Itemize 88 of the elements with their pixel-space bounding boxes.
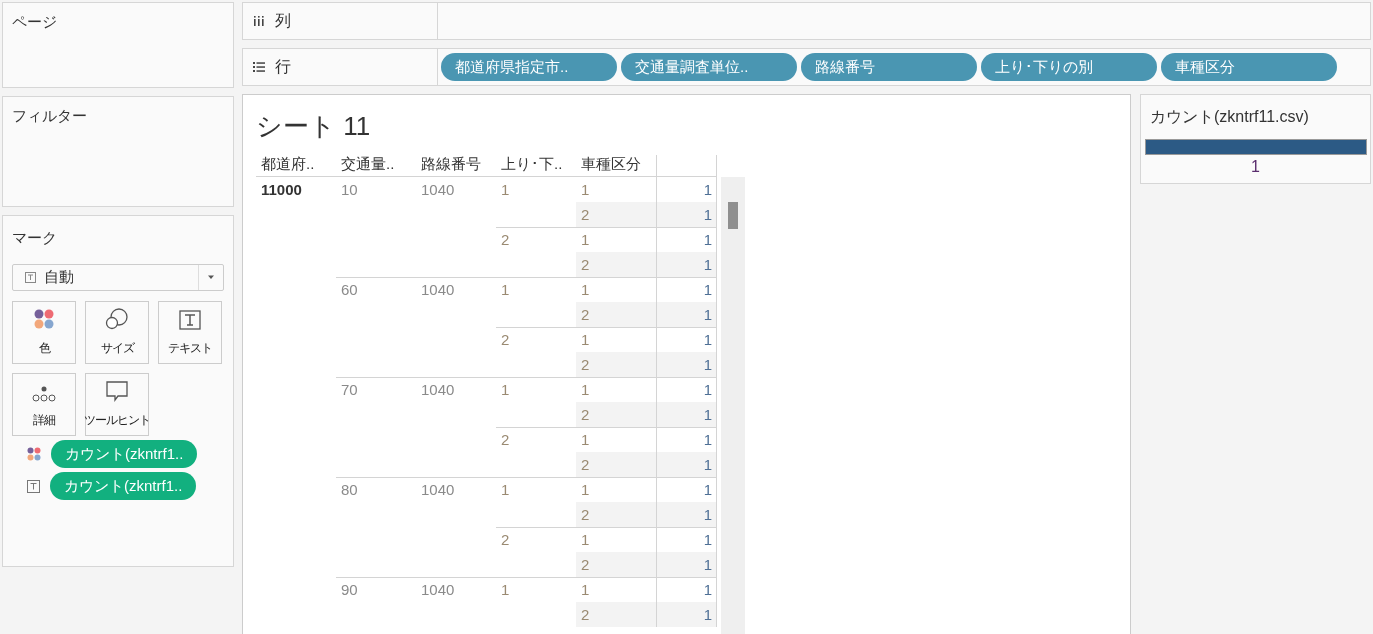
table-cell: 2: [581, 406, 590, 423]
table-cell: 1: [703, 456, 712, 473]
table-cell: 1: [581, 481, 590, 498]
table-cell: 1040: [421, 581, 455, 598]
table-cell: 1: [581, 331, 590, 348]
table-cell: 2: [581, 456, 590, 473]
table-cell: 1: [703, 481, 712, 498]
table-cell: 1040: [421, 281, 455, 298]
table-cell: 2: [501, 531, 510, 548]
table-cell: 1: [581, 381, 590, 398]
color-dots-icon: [27, 447, 41, 461]
table-cell: 1: [703, 606, 712, 623]
table-cell: 1: [703, 406, 712, 423]
table-cell: 1: [703, 356, 712, 373]
table-cell: 2: [581, 556, 590, 573]
table-cell: 70: [341, 381, 358, 398]
columns-icon: [253, 16, 265, 26]
table-cell: 1: [501, 181, 510, 198]
text-icon: [179, 310, 201, 330]
column-header[interactable]: 上り･下..: [496, 155, 576, 176]
text-icon: [27, 479, 40, 493]
table-cell: 1: [581, 231, 590, 248]
sheet-title: シート 11: [256, 110, 371, 143]
table-cell: 1: [703, 256, 712, 273]
table-cell: 1: [581, 281, 590, 298]
speech-bubble-icon: [105, 380, 129, 402]
table-cell: 1: [581, 181, 590, 198]
legend-title: カウント(zkntrf11.csv): [1149, 107, 1309, 127]
table-cell: 1: [501, 281, 510, 298]
table-cell: 60: [341, 281, 358, 298]
table-cell: 1040: [421, 481, 455, 498]
column-header[interactable]: 車種区分: [576, 155, 656, 176]
mark-button[interactable]: 色: [12, 301, 76, 364]
table-cell: 1: [703, 381, 712, 398]
table-cell: 90: [341, 581, 358, 598]
table-cell: 1: [703, 431, 712, 448]
table-cell: 1: [501, 481, 510, 498]
scrollbar[interactable]: [721, 177, 745, 634]
table-cell: 2: [501, 231, 510, 248]
mark-button[interactable]: サイズ: [85, 301, 149, 364]
mark-button[interactable]: テキスト: [158, 301, 222, 364]
table-cell: 1: [581, 531, 590, 548]
table-cell: 1: [581, 431, 590, 448]
table-cell: 1: [501, 381, 510, 398]
table-cell: 80: [341, 481, 358, 498]
table-cell: 1: [703, 531, 712, 548]
text-icon: [25, 272, 36, 283]
table-cell: 1: [703, 581, 712, 598]
table-cell: 2: [581, 356, 590, 373]
pages-title: ページ: [12, 13, 57, 32]
table-cell: 2: [501, 431, 510, 448]
filters-title: フィルター: [12, 107, 87, 126]
mark-button[interactable]: 詳細: [12, 373, 76, 436]
circles-icon: [105, 308, 129, 330]
table-cell: 11000: [261, 181, 302, 198]
table-cell: 1: [703, 206, 712, 223]
table-cell: 10: [341, 181, 358, 198]
table-cell: 1: [703, 181, 712, 198]
table-cell: 2: [581, 306, 590, 323]
caret-icon: [207, 275, 215, 280]
dots-icon: [32, 386, 56, 402]
table-cell: 2: [581, 506, 590, 523]
table-cell: 1: [703, 331, 712, 348]
table-cell: 1: [581, 581, 590, 598]
table-cell: 2: [581, 256, 590, 273]
columns-shelf-label: 列: [275, 10, 291, 31]
column-header[interactable]: 交通量..: [336, 155, 416, 176]
marks-title: マーク: [12, 229, 57, 248]
scrollbar-thumb[interactable]: [728, 202, 738, 229]
table-cell: 2: [501, 331, 510, 348]
rows-shelf-label: 行: [275, 56, 291, 77]
mark-button[interactable]: ツールヒント: [85, 373, 149, 436]
legend-value: 1: [1251, 158, 1260, 176]
column-header[interactable]: 路線番号: [416, 155, 496, 176]
mark-type-dropdown[interactable]: 自動: [12, 264, 224, 291]
table-cell: 1: [703, 506, 712, 523]
table-cell: 1: [703, 306, 712, 323]
color-dots-icon: [33, 308, 55, 330]
table-cell: 2: [581, 606, 590, 623]
rows-icon: [253, 62, 265, 72]
table-cell: 1: [703, 556, 712, 573]
table-cell: 1: [703, 231, 712, 248]
table-cell: 2: [581, 206, 590, 223]
table-cell: 1040: [421, 181, 455, 198]
table-cell: 1: [501, 581, 510, 598]
table-cell: 1040: [421, 381, 455, 398]
table-cell: 1: [703, 281, 712, 298]
column-header[interactable]: 都道府..: [256, 155, 336, 176]
